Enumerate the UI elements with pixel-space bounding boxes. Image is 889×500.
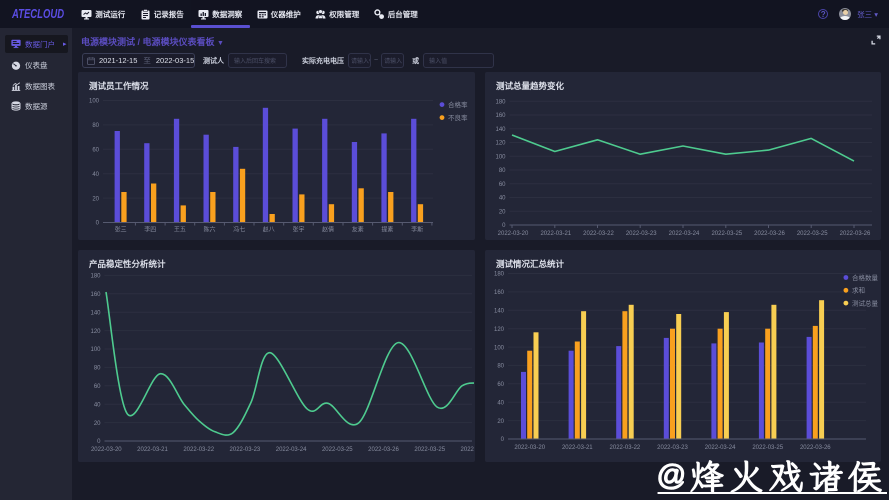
- svg-text:2022-03-24: 2022-03-24: [276, 447, 307, 453]
- svg-text:2022-03-22: 2022-03-22: [583, 231, 614, 237]
- svg-text:140: 140: [90, 310, 101, 316]
- svg-text:20: 20: [497, 419, 504, 425]
- svg-text:0: 0: [501, 437, 505, 443]
- svg-text:0: 0: [96, 221, 100, 227]
- svg-text:140: 140: [494, 309, 505, 315]
- svg-text:120: 120: [494, 327, 505, 333]
- svg-text:2022-03-22: 2022-03-22: [610, 445, 641, 451]
- svg-text:40: 40: [499, 196, 506, 202]
- svg-text:40: 40: [94, 402, 101, 408]
- svg-text:20: 20: [499, 210, 506, 216]
- svg-text:0: 0: [97, 439, 101, 445]
- svg-text:友素: 友素: [352, 226, 364, 234]
- svg-text:2022-03-25: 2022-03-25: [711, 231, 742, 237]
- svg-text:提素: 提素: [381, 226, 393, 234]
- svg-text:2022-03-24: 2022-03-24: [705, 445, 736, 451]
- svg-text:80: 80: [497, 364, 504, 370]
- svg-text:60: 60: [497, 382, 504, 388]
- svg-text:合格数量: 合格数量: [852, 273, 879, 282]
- svg-text:40: 40: [92, 172, 99, 178]
- svg-text:100: 100: [495, 155, 506, 161]
- svg-text:100: 100: [90, 347, 101, 353]
- svg-text:40: 40: [497, 400, 504, 406]
- svg-text:180: 180: [494, 272, 505, 278]
- svg-text:李四: 李四: [144, 226, 156, 234]
- svg-text:140: 140: [495, 127, 506, 133]
- svg-text:100: 100: [494, 345, 505, 351]
- svg-text:160: 160: [495, 113, 506, 119]
- svg-text:120: 120: [495, 141, 506, 147]
- svg-text:2022-03-23: 2022-03-23: [657, 445, 688, 451]
- svg-text:2022-03-25: 2022-03-25: [797, 231, 828, 237]
- svg-text:80: 80: [92, 123, 99, 129]
- svg-text:2022-03-20: 2022-03-20: [91, 447, 122, 453]
- svg-text:20: 20: [92, 196, 99, 202]
- svg-text:2022-03-26: 2022-03-26: [800, 445, 831, 451]
- svg-text:赵八: 赵八: [263, 226, 275, 234]
- svg-text:0: 0: [502, 223, 506, 229]
- svg-text:2022-03-26: 2022-03-26: [754, 231, 785, 237]
- svg-text:120: 120: [90, 329, 101, 335]
- svg-text:张三: 张三: [115, 226, 127, 234]
- svg-text:2022-03-26: 2022-03-26: [368, 447, 399, 453]
- svg-text:2022-03-26: 2022-03-26: [461, 447, 474, 453]
- svg-text:赵倩: 赵倩: [322, 226, 334, 234]
- svg-text:20: 20: [94, 421, 101, 427]
- svg-text:60: 60: [94, 384, 101, 390]
- svg-text:100: 100: [89, 99, 100, 105]
- svg-text:180: 180: [495, 100, 506, 106]
- svg-text:合格率: 合格率: [448, 100, 468, 109]
- svg-text:测试总量: 测试总量: [852, 299, 879, 308]
- svg-text:160: 160: [90, 292, 101, 298]
- svg-text:2022-03-20: 2022-03-20: [498, 231, 529, 237]
- svg-text:2022-03-25: 2022-03-25: [414, 447, 445, 453]
- svg-text:求和: 求和: [852, 286, 865, 295]
- svg-text:60: 60: [499, 182, 506, 188]
- svg-text:陈六: 陈六: [203, 226, 215, 234]
- svg-text:2022-03-22: 2022-03-22: [183, 447, 214, 453]
- svg-text:80: 80: [499, 168, 506, 174]
- svg-text:2022-03-23: 2022-03-23: [626, 231, 657, 237]
- svg-text:张宇: 张宇: [292, 226, 304, 234]
- svg-text:2022-03-25: 2022-03-25: [752, 445, 783, 451]
- svg-text:2022-03-21: 2022-03-21: [137, 447, 168, 453]
- svg-text:李斯: 李斯: [411, 226, 423, 234]
- svg-text:60: 60: [92, 148, 99, 154]
- svg-text:2022-03-23: 2022-03-23: [230, 447, 261, 453]
- svg-text:2022-03-24: 2022-03-24: [669, 231, 700, 237]
- svg-text:2022-03-20: 2022-03-20: [514, 445, 545, 451]
- svg-text:王五: 王五: [174, 227, 186, 234]
- svg-text:不良率: 不良率: [448, 113, 468, 122]
- svg-text:2022-03-25: 2022-03-25: [322, 447, 353, 453]
- svg-text:180: 180: [90, 274, 101, 280]
- svg-text:冯七: 冯七: [233, 226, 245, 234]
- svg-text:2022-03-21: 2022-03-21: [562, 445, 593, 451]
- svg-text:2022-03-26: 2022-03-26: [840, 231, 871, 237]
- svg-text:2022-03-21: 2022-03-21: [540, 231, 571, 237]
- svg-text:80: 80: [94, 366, 101, 372]
- svg-text:160: 160: [494, 290, 505, 296]
